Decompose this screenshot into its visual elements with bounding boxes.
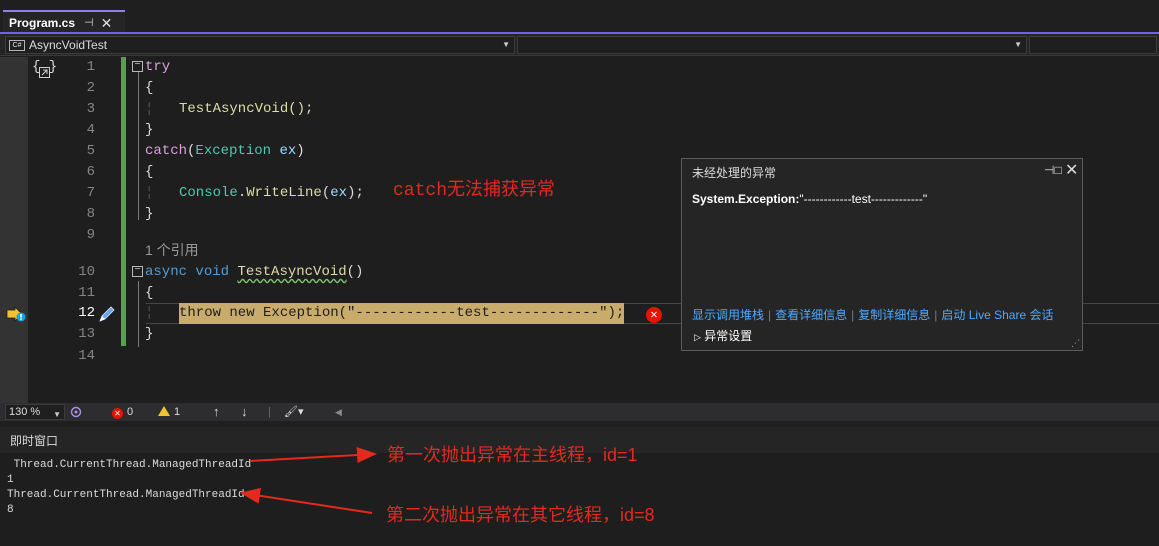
exception-settings-label: 异常设置 xyxy=(704,329,753,343)
line-number: 5 xyxy=(86,143,95,159)
chevron-down-icon: ▼ xyxy=(53,410,61,419)
error-count[interactable]: ✕ 0 xyxy=(112,405,133,419)
code-text: { xyxy=(145,285,154,301)
expand-triangle-icon: ▷ xyxy=(694,332,701,342)
close-icon[interactable]: ✕ xyxy=(101,16,113,30)
exception-message: System.Exception:"------------test------… xyxy=(692,192,927,206)
code-text: { xyxy=(145,80,154,96)
indent-guide: ¦ xyxy=(145,305,154,321)
view-details-link[interactable]: 查看详细信息 xyxy=(775,308,847,322)
resize-grip-icon[interactable]: ⋰ xyxy=(1071,338,1080,349)
arrow-icon xyxy=(240,487,373,514)
arrow-up-icon[interactable]: ↑ xyxy=(213,405,220,419)
copy-details-link[interactable]: 复制详细信息 xyxy=(858,308,930,322)
code-line: 3 ¦ TestAsyncVoid(); xyxy=(0,99,1159,120)
code-line: 4 } xyxy=(0,120,1159,141)
line-number: 13 xyxy=(78,326,95,342)
line-number: 2 xyxy=(86,80,95,96)
scroll-left-icon[interactable]: ◀ xyxy=(335,405,342,419)
exception-helper-popup: 未经处理的异常 ⊣□ ✕ System.Exception:"---------… xyxy=(681,158,1083,351)
annotation-catch: catch无法捕获异常 xyxy=(393,181,556,201)
code-text: { xyxy=(145,164,154,180)
close-icon[interactable]: ✕ xyxy=(1065,160,1078,180)
immediate-window-title: 即时窗口 xyxy=(10,434,59,448)
code-text: catch(Exception ex) xyxy=(145,143,305,159)
exception-text: "------------test-------------" xyxy=(799,192,928,206)
pin-icon[interactable]: ⊣□ xyxy=(1044,163,1062,177)
exception-settings-expander[interactable]: ▷ 异常设置 xyxy=(694,327,752,344)
execution-pointer-icon[interactable] xyxy=(6,306,28,322)
warning-icon xyxy=(158,406,170,416)
status-separator: | xyxy=(268,406,271,418)
tab-label: Program.cs xyxy=(9,15,76,30)
code-text: } xyxy=(145,326,154,342)
copilot-icon[interactable] xyxy=(70,406,82,418)
extra-dropdown[interactable] xyxy=(1029,36,1157,54)
chevron-down-icon: ▼ xyxy=(502,40,510,49)
line-number: 7 xyxy=(86,185,95,201)
project-dropdown[interactable]: C# AsyncVoidTest ▼ xyxy=(5,36,515,54)
immediate-window: 即时窗口 Thread.CurrentThread.ManagedThreadI… xyxy=(0,421,1159,546)
line-number: 8 xyxy=(86,206,95,222)
show-call-stack-link[interactable]: 显示调用堆栈 xyxy=(692,308,764,322)
line-number: 14 xyxy=(78,348,95,364)
line-number: 1 xyxy=(86,59,95,75)
tab-program-cs[interactable]: Program.cs ⊣ ✕ xyxy=(3,10,125,33)
document-tab-strip: Program.cs ⊣ ✕ xyxy=(0,0,1159,33)
current-statement: throw new Exception("------------test---… xyxy=(179,303,625,324)
project-name: AsyncVoidTest xyxy=(29,38,108,52)
line-number: 11 xyxy=(78,285,95,301)
warning-count-value: 1 xyxy=(174,406,181,418)
brush-icon[interactable]: 🖌▾ xyxy=(284,405,304,419)
code-text: } xyxy=(145,206,154,222)
error-count-value: 0 xyxy=(127,406,134,418)
warning-count[interactable]: 1 xyxy=(158,405,180,419)
line-number: 10 xyxy=(78,264,95,280)
collapse-icon[interactable]: − xyxy=(132,266,143,277)
code-text: try xyxy=(145,59,171,75)
csharp-project-icon: C# xyxy=(9,39,25,51)
arrow-down-icon[interactable]: ↓ xyxy=(241,405,248,419)
collapse-icon[interactable]: − xyxy=(132,61,143,72)
pencil-icon[interactable] xyxy=(97,304,117,324)
immediate-line: Thread.CurrentThread.ManagedThreadId xyxy=(7,489,245,501)
exception-links: 显示调用堆栈 | 查看详细信息 | 复制详细信息 | 启动 Live Share 会话 xyxy=(692,308,1054,322)
start-live-share-link[interactable]: 启动 Live Share 会话 xyxy=(941,308,1053,322)
immediate-line: Thread.CurrentThread.ManagedThreadId xyxy=(7,459,252,471)
member-dropdown[interactable]: ▼ xyxy=(517,36,1027,54)
annotation-main-thread: 第一次抛出异常在主线程，id=1 xyxy=(387,445,638,465)
error-icon: ✕ xyxy=(112,408,123,419)
annotation-other-thread: 第二次抛出异常在其它线程，id=8 xyxy=(386,505,655,525)
indent-guide: ¦ xyxy=(145,185,154,201)
arrow-icon xyxy=(249,447,377,463)
exception-type: System.Exception: xyxy=(692,192,800,206)
code-line: 1 − try xyxy=(0,57,1159,78)
pin-icon[interactable]: ⊣ xyxy=(84,16,94,29)
codelens-references[interactable]: 1 个引用 xyxy=(145,240,199,261)
exception-helper-title: 未经处理的异常 xyxy=(692,166,777,180)
line-number: 12 xyxy=(78,305,95,321)
immediate-line: 1 xyxy=(7,474,14,486)
code-line: 2 { xyxy=(0,78,1159,99)
zoom-dropdown[interactable]: 130 % ▼ xyxy=(5,404,65,420)
annotation-arrows xyxy=(240,447,377,514)
line-number: 3 xyxy=(86,101,95,117)
immediate-line: 8 xyxy=(7,504,14,516)
editor-status-strip: 130 % ▼ ✕ 0 1 ↑ ↓ | 🖌▾ ◀ xyxy=(0,403,1159,421)
navigation-bar: C# AsyncVoidTest ▼ ▼ xyxy=(0,34,1159,56)
horizontal-scrollbar[interactable] xyxy=(345,407,1155,417)
code-text: Console.WriteLine(ex); xyxy=(179,185,364,201)
code-text: async void TestAsyncVoid() xyxy=(145,264,364,280)
zoom-level: 130 % xyxy=(9,406,41,418)
indent-guide: ¦ xyxy=(145,101,154,117)
chevron-down-icon: ▼ xyxy=(1014,40,1022,49)
line-number: 6 xyxy=(86,164,95,180)
error-icon[interactable]: ✕ xyxy=(646,307,662,323)
code-text: } xyxy=(145,122,154,138)
code-text: TestAsyncVoid(); xyxy=(179,101,314,117)
line-number: 4 xyxy=(86,122,95,138)
